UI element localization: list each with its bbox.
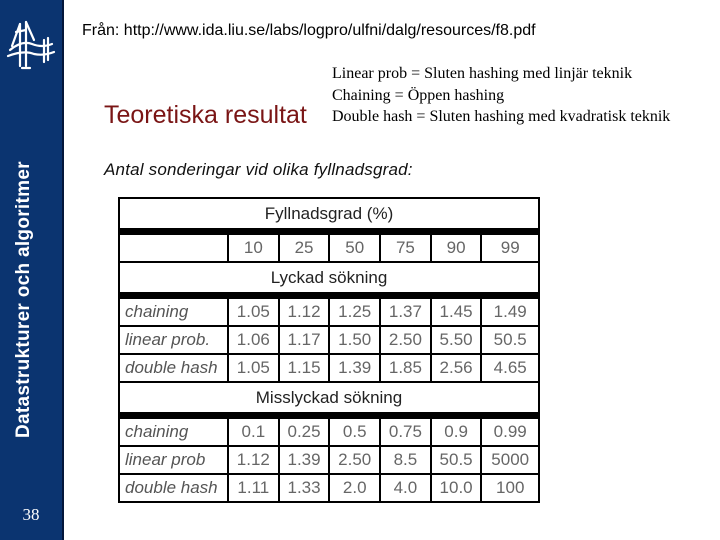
table-row: double hash 1.11 1.33 2.0 4.0 10.0 100 bbox=[118, 473, 540, 503]
cell: 0.5 bbox=[328, 412, 382, 447]
table-row: linear prob 1.12 1.39 2.50 8.5 50.5 5000 bbox=[118, 445, 540, 475]
cell: 100 bbox=[480, 473, 540, 503]
cell: 4.0 bbox=[379, 473, 432, 503]
section-label: Lyckad sökning bbox=[118, 261, 540, 297]
section-label: Misslyckad sökning bbox=[118, 381, 540, 417]
cell: 0.25 bbox=[277, 412, 331, 447]
note-line: Linear prob = Sluten hashing med linjär … bbox=[332, 65, 633, 82]
results-table: Fyllnadsgrad (%) 10 25 50 75 90 99 Lycka… bbox=[118, 197, 540, 503]
table-caption: Antal sonderingar vid olika fyllnadsgrad… bbox=[104, 160, 413, 179]
bridge-logo-icon bbox=[6, 20, 56, 70]
cell: 2.50 bbox=[328, 445, 382, 475]
course-title: Datastrukturer och algoritmer bbox=[13, 161, 34, 438]
cell: 0.1 bbox=[227, 412, 280, 447]
column-header: 25 bbox=[277, 228, 331, 263]
cell: 1.05 bbox=[227, 353, 280, 383]
cell: 1.15 bbox=[277, 353, 331, 383]
column-header: 50 bbox=[328, 228, 382, 263]
slide-number: 38 bbox=[22, 505, 40, 524]
source-reference: Från: http://www.ida.liu.se/labs/logpro/… bbox=[82, 22, 536, 39]
cell: 2.50 bbox=[379, 325, 432, 355]
cell: 1.05 bbox=[227, 292, 280, 327]
row-label: linear prob. bbox=[118, 325, 229, 355]
cell: 1.39 bbox=[277, 445, 331, 475]
cell: 2.56 bbox=[429, 353, 483, 383]
row-label: chaining bbox=[118, 412, 229, 447]
note-line: Chaining = Öppen hashing bbox=[332, 86, 505, 104]
cell: 1.85 bbox=[379, 353, 432, 383]
row-label: double hash bbox=[118, 353, 229, 383]
table-row: double hash 1.05 1.15 1.39 1.85 2.56 4.6… bbox=[118, 353, 540, 383]
cell: 1.45 bbox=[429, 292, 483, 327]
cell: 1.49 bbox=[480, 292, 540, 327]
cell: 1.50 bbox=[328, 325, 382, 355]
column-header: 90 bbox=[429, 228, 483, 263]
column-header-row: 10 25 50 75 90 99 bbox=[118, 228, 540, 263]
cell: 50.5 bbox=[480, 325, 540, 355]
note-line: Double hash = Sluten hashing med kvadrat… bbox=[332, 108, 671, 125]
cell: 1.11 bbox=[227, 473, 280, 503]
cell: 1.39 bbox=[328, 353, 382, 383]
cell: 1.25 bbox=[328, 292, 382, 327]
cell: 1.12 bbox=[227, 445, 280, 475]
table-row: chaining 1.05 1.12 1.25 1.37 1.45 1.49 bbox=[118, 292, 540, 327]
cell: 10.0 bbox=[429, 473, 483, 503]
cell: 1.06 bbox=[227, 325, 280, 355]
cell: 1.12 bbox=[277, 292, 331, 327]
sidebar: Datastrukturer och algoritmer 38 bbox=[0, 0, 64, 540]
column-header: 99 bbox=[480, 228, 540, 263]
cell: 0.99 bbox=[480, 412, 540, 447]
section-header-row: Misslyckad sökning bbox=[118, 381, 540, 417]
cell: 1.17 bbox=[277, 325, 331, 355]
table-row: chaining 0.1 0.25 0.5 0.75 0.9 0.99 bbox=[118, 412, 540, 447]
cell: 0.9 bbox=[429, 412, 483, 447]
row-label: linear prob bbox=[118, 445, 229, 475]
table-title: Fyllnadsgrad (%) bbox=[118, 197, 540, 233]
terminology-notes: Linear prob = Sluten hashing med linjär … bbox=[332, 63, 670, 128]
cell: 5000 bbox=[480, 445, 540, 475]
column-header: 10 bbox=[227, 228, 280, 263]
section-header-row: Lyckad sökning bbox=[118, 261, 540, 297]
row-label: double hash bbox=[118, 473, 229, 503]
slide-heading: Teoretiska resultat bbox=[104, 101, 307, 129]
cell: 1.37 bbox=[379, 292, 432, 327]
row-label: chaining bbox=[118, 292, 229, 327]
cell: 8.5 bbox=[379, 445, 432, 475]
cell: 50.5 bbox=[429, 445, 483, 475]
cell: 2.0 bbox=[328, 473, 382, 503]
empty-header-cell bbox=[118, 228, 229, 263]
cell: 1.33 bbox=[277, 473, 331, 503]
table-row: linear prob. 1.06 1.17 1.50 2.50 5.50 50… bbox=[118, 325, 540, 355]
column-header: 75 bbox=[379, 228, 432, 263]
cell: 0.75 bbox=[379, 412, 432, 447]
cell: 5.50 bbox=[429, 325, 483, 355]
cell: 4.65 bbox=[480, 353, 540, 383]
table-title-row: Fyllnadsgrad (%) bbox=[118, 197, 540, 233]
